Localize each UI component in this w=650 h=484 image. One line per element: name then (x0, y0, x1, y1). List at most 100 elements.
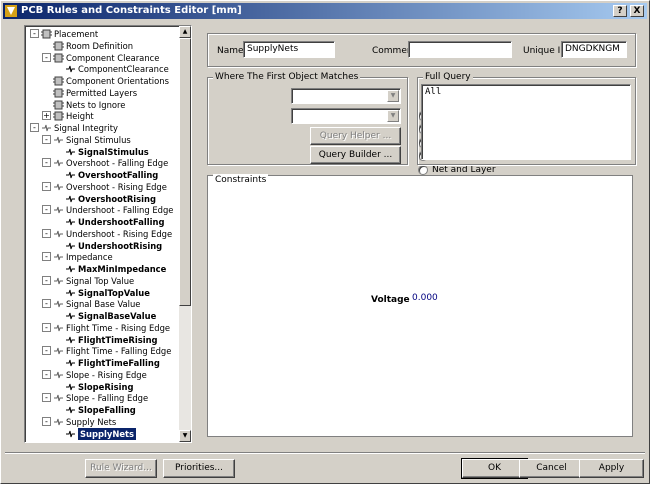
tree-scrollbar[interactable]: ▲ ▼ (179, 26, 191, 442)
rule-tree[interactable]: - Placement Room Definition - Component Clea… (24, 25, 192, 443)
match-option-label: Net and Layer (432, 164, 496, 175)
tree-item[interactable]: - Signal Stimulus (25, 134, 175, 146)
collapse-icon[interactable]: - (30, 123, 39, 132)
collapse-icon[interactable]: - (42, 228, 51, 238)
collapse-icon[interactable]: - (42, 205, 51, 215)
collapse-icon[interactable]: - (42, 275, 51, 285)
rule-category-icon (54, 301, 63, 308)
collapse-icon[interactable]: - (42, 299, 51, 309)
tree-item[interactable]: - Overshoot - Falling Edge (25, 157, 175, 169)
tree-item[interactable]: MaxMinImpedance (25, 263, 175, 275)
tree-item[interactable]: - Impedance (25, 251, 175, 263)
tree-item[interactable]: + Height (25, 110, 175, 122)
tree-item[interactable]: - Signal Integrity (25, 122, 175, 134)
tree-item[interactable]: ComponentClearance (25, 63, 175, 75)
collapse-icon[interactable]: - (42, 134, 51, 144)
tree-item[interactable]: Nets to Ignore (25, 99, 175, 111)
rule-wizard-button[interactable]: Rule Wizard... (85, 459, 157, 478)
tree-item-label: Component Orientations (66, 76, 169, 86)
tree-item[interactable]: SlopeRising (25, 381, 175, 393)
collapse-icon[interactable]: - (42, 322, 51, 332)
tree-item[interactable]: UndershootRising (25, 240, 175, 252)
tree-item[interactable]: Permitted Layers (25, 87, 175, 99)
tree-item[interactable]: - Placement (25, 28, 175, 40)
tree-item-label: Component Clearance (66, 52, 160, 63)
tree-item[interactable]: SupplyNets (25, 427, 175, 440)
constraints-title: Constraints (213, 174, 269, 186)
tree-item[interactable]: - Component Clearance (25, 52, 175, 64)
tree-item[interactable]: FlightTimeRising (25, 334, 175, 346)
rule-icon (66, 242, 75, 249)
rule-icon (66, 430, 75, 437)
tree-item[interactable]: - Undershoot - Falling Edge (25, 204, 175, 216)
tree-item[interactable]: - Slope - Rising Edge (25, 369, 175, 381)
net-class-select[interactable]: ▼ (291, 108, 401, 124)
tree-item-label: SignalStimulus (78, 146, 149, 157)
collapse-icon[interactable]: - (42, 346, 51, 356)
apply-button[interactable]: Apply (579, 459, 644, 478)
collapse-icon[interactable]: - (30, 29, 39, 38)
tree-item[interactable]: SignalBaseValue (25, 310, 175, 322)
tree-item[interactable]: FlightTimeFalling (25, 357, 175, 369)
help-button[interactable]: ? (613, 5, 627, 17)
expand-icon[interactable]: + (42, 111, 51, 121)
collapse-icon[interactable]: - (42, 369, 51, 379)
tree-item[interactable]: - Signal Base Value (25, 298, 175, 310)
comment-field[interactable] (408, 41, 512, 58)
collapse-icon[interactable]: - (42, 52, 51, 62)
unique-id-field[interactable]: DNGDKNGM (561, 41, 627, 58)
cancel-button[interactable]: Cancel (519, 459, 584, 478)
priorities-button[interactable]: Priorities... (163, 459, 235, 478)
scroll-thumb[interactable] (179, 38, 191, 306)
name-field[interactable]: SupplyNets (243, 41, 335, 58)
tree-item[interactable]: OvershootFalling (25, 169, 175, 181)
voltage-value[interactable]: 0.000 (412, 293, 438, 303)
query-builder-button[interactable]: Query Builder ... (310, 146, 401, 164)
close-button[interactable]: X (630, 5, 644, 17)
rule-icon (66, 359, 75, 367)
collapse-icon[interactable]: - (42, 181, 51, 191)
tree-item[interactable]: SignalStimulus (25, 146, 175, 158)
tree-item[interactable]: - Flight Time - Rising Edge (25, 322, 175, 334)
tree-item-label: Overshoot - Rising Edge (66, 181, 167, 192)
tree-item-label: Nets to Ignore (66, 99, 126, 110)
chevron-down-icon[interactable]: ▼ (387, 110, 399, 122)
tree-item-label: UndershootRising (78, 240, 163, 251)
tree-item[interactable]: SignalTopValue (25, 287, 175, 299)
tree-item[interactable]: - Undershoot - Rising Edge (25, 228, 175, 240)
query-helper-button[interactable]: Query Helper ... (310, 127, 401, 145)
full-query-text[interactable]: All (421, 84, 631, 160)
collapse-icon[interactable]: - (42, 393, 51, 403)
tree-item[interactable]: - Overshoot - Rising Edge (25, 181, 175, 193)
scroll-up-icon[interactable]: ▲ (179, 26, 191, 38)
tree-item[interactable]: UndershootFalling (25, 216, 175, 228)
collapse-icon[interactable]: - (42, 416, 51, 426)
tree-item[interactable]: - Slope - Falling Edge (25, 392, 175, 404)
tree-item[interactable]: SlopeFalling (25, 404, 175, 416)
rule-category-icon (54, 254, 63, 261)
scroll-down-icon[interactable]: ▼ (179, 430, 191, 442)
tree-item[interactable]: OvershootRising (25, 193, 175, 205)
rule-category-icon (53, 76, 64, 86)
tree-item-label: Undershoot - Falling Edge (66, 205, 174, 216)
match-group-title: Where The First Object Matches (213, 71, 361, 83)
tree-item[interactable]: - Flight Time - Falling Edge (25, 345, 175, 357)
name-label: Name (217, 46, 244, 56)
tree-item[interactable]: Component Orientations (25, 75, 175, 87)
tree-item-label: SignalTopValue (78, 287, 150, 298)
rule-category-icon (54, 324, 63, 331)
collapse-icon[interactable]: - (42, 158, 51, 168)
radio-button[interactable] (418, 164, 428, 175)
net-select[interactable]: ▼ (291, 88, 401, 104)
tree-item-label: Flight Time - Rising Edge (66, 322, 171, 333)
tree-item-label: Impedance (66, 252, 113, 263)
tree-item[interactable]: - Supply Nets (25, 416, 175, 428)
tree-item[interactable]: - Signal Top Value (25, 275, 175, 287)
tree-item-label: Signal Top Value (66, 275, 135, 286)
chevron-down-icon[interactable]: ▼ (387, 90, 399, 102)
footer-separator (5, 452, 645, 454)
ok-button[interactable]: OK (461, 458, 528, 479)
tree-item[interactable]: Room Definition (25, 40, 175, 52)
title-bar: PCB Rules and Constraints Editor [mm] (3, 3, 647, 19)
collapse-icon[interactable]: - (42, 252, 51, 262)
